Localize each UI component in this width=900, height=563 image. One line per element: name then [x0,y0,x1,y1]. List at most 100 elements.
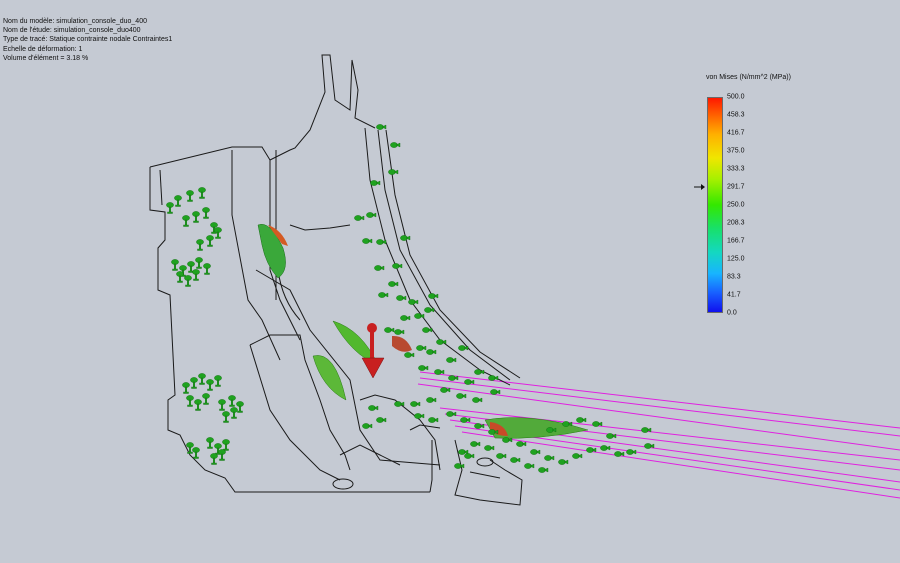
fixture-marker [496,453,507,459]
fixture-marker [418,365,429,371]
fixture-marker [376,124,387,130]
fixture-marker [206,379,214,391]
fixture-marker [400,235,411,241]
connector-lines [417,371,900,499]
fixture-marker [428,417,439,423]
fixture-marker [434,369,445,375]
fixture-marker [538,467,549,473]
fixture-marker [558,459,569,465]
fixture-marker [378,292,389,298]
fixture-marker [414,413,425,419]
fixture-marker [228,395,236,407]
fixture-marker [516,441,527,447]
fixture-marker [192,269,200,281]
fixture-marker [488,375,499,381]
fixture-marker [186,442,194,454]
fixture-marker [182,382,190,394]
fixture-marker [222,411,230,423]
fixture-marker [366,212,377,218]
stress-colorbar [707,97,723,313]
colorbar-tick-label: 416.7 [727,129,745,137]
fixture-marker [192,211,200,223]
fixture-marker [408,299,419,305]
fixture-marker [394,329,405,335]
fixture-marker [203,263,211,275]
fixture-marker [376,417,387,423]
fixture-marker [464,379,475,385]
fixture-marker [456,393,467,399]
fixture-marker [374,265,385,271]
fixture-marker [206,235,214,247]
fixture-marker [222,439,230,451]
arrow-right-icon [694,184,705,190]
colorbar-tick-label: 375.0 [727,147,745,155]
stress-blob [257,224,286,279]
fixture-marker [626,449,637,455]
fixture-marker [576,417,587,423]
fixture-marker [414,313,425,319]
fixture-marker [368,405,379,411]
fixture-marker [354,215,365,221]
fixture-marker [182,215,190,227]
colorbar-tick-label: 333.3 [727,165,745,173]
fixture-marker [572,453,583,459]
fixture-marker [171,259,179,271]
fixture-marker [230,407,238,419]
fixture-marker [400,315,411,321]
colorbar-tick-label: 41.7 [727,291,741,299]
fixture-marker [362,238,373,244]
fixture-marker [176,271,184,283]
fixture-marker [484,445,495,451]
model-viewport[interactable] [0,0,900,563]
fixture-marker [396,295,407,301]
fixture-marker [218,399,226,411]
fixture-marker [392,263,403,269]
fixture-marker [174,195,182,207]
fixture-marker [446,357,457,363]
legend-title: von Mises (N/mm^2 (MPa)) [706,74,791,81]
fixture-marker [460,417,471,423]
fixture-marker [600,445,611,451]
fixture-markers [166,124,655,473]
fixture-marker [195,257,203,269]
fixture-marker [362,423,373,429]
fixture-marker [544,455,555,461]
fixture-marker [410,401,421,407]
colorbar-tick-label: 500.0 [727,93,745,101]
colorbar-tick-label: 208.3 [727,219,745,227]
fixture-marker [426,397,437,403]
fixture-marker [166,202,174,214]
fixture-marker [214,375,222,387]
fixture-marker [606,433,617,439]
fixture-marker [490,389,501,395]
fixture-marker [524,463,535,469]
fixture-marker [470,441,481,447]
fixture-marker [210,453,218,465]
fixture-marker [472,397,483,403]
fixture-marker [202,207,210,219]
fixture-marker [370,180,381,186]
fixture-marker [428,293,439,299]
fixture-marker [190,377,198,389]
fixture-marker [186,395,194,407]
fixture-marker [530,449,541,455]
fixture-marker [426,349,437,355]
fixture-marker [384,327,395,333]
part-outline [149,54,523,506]
colorbar-tick-label: 458.3 [727,111,745,119]
fixture-marker [390,142,401,148]
fixture-marker [218,449,226,461]
fixture-marker [388,169,399,175]
fixture-marker [184,275,192,287]
fixture-marker [196,239,204,251]
fixture-marker [202,393,210,405]
fixture-marker [198,373,206,385]
fixture-marker [464,453,475,459]
fixture-marker [454,463,465,469]
colorbar-tick-label: 166.7 [727,237,745,245]
fixture-marker [446,411,457,417]
colorbar-tick-label: 0.0 [727,309,737,317]
fixture-marker [404,352,415,358]
fixture-marker [388,281,399,287]
fixture-marker [192,447,200,459]
